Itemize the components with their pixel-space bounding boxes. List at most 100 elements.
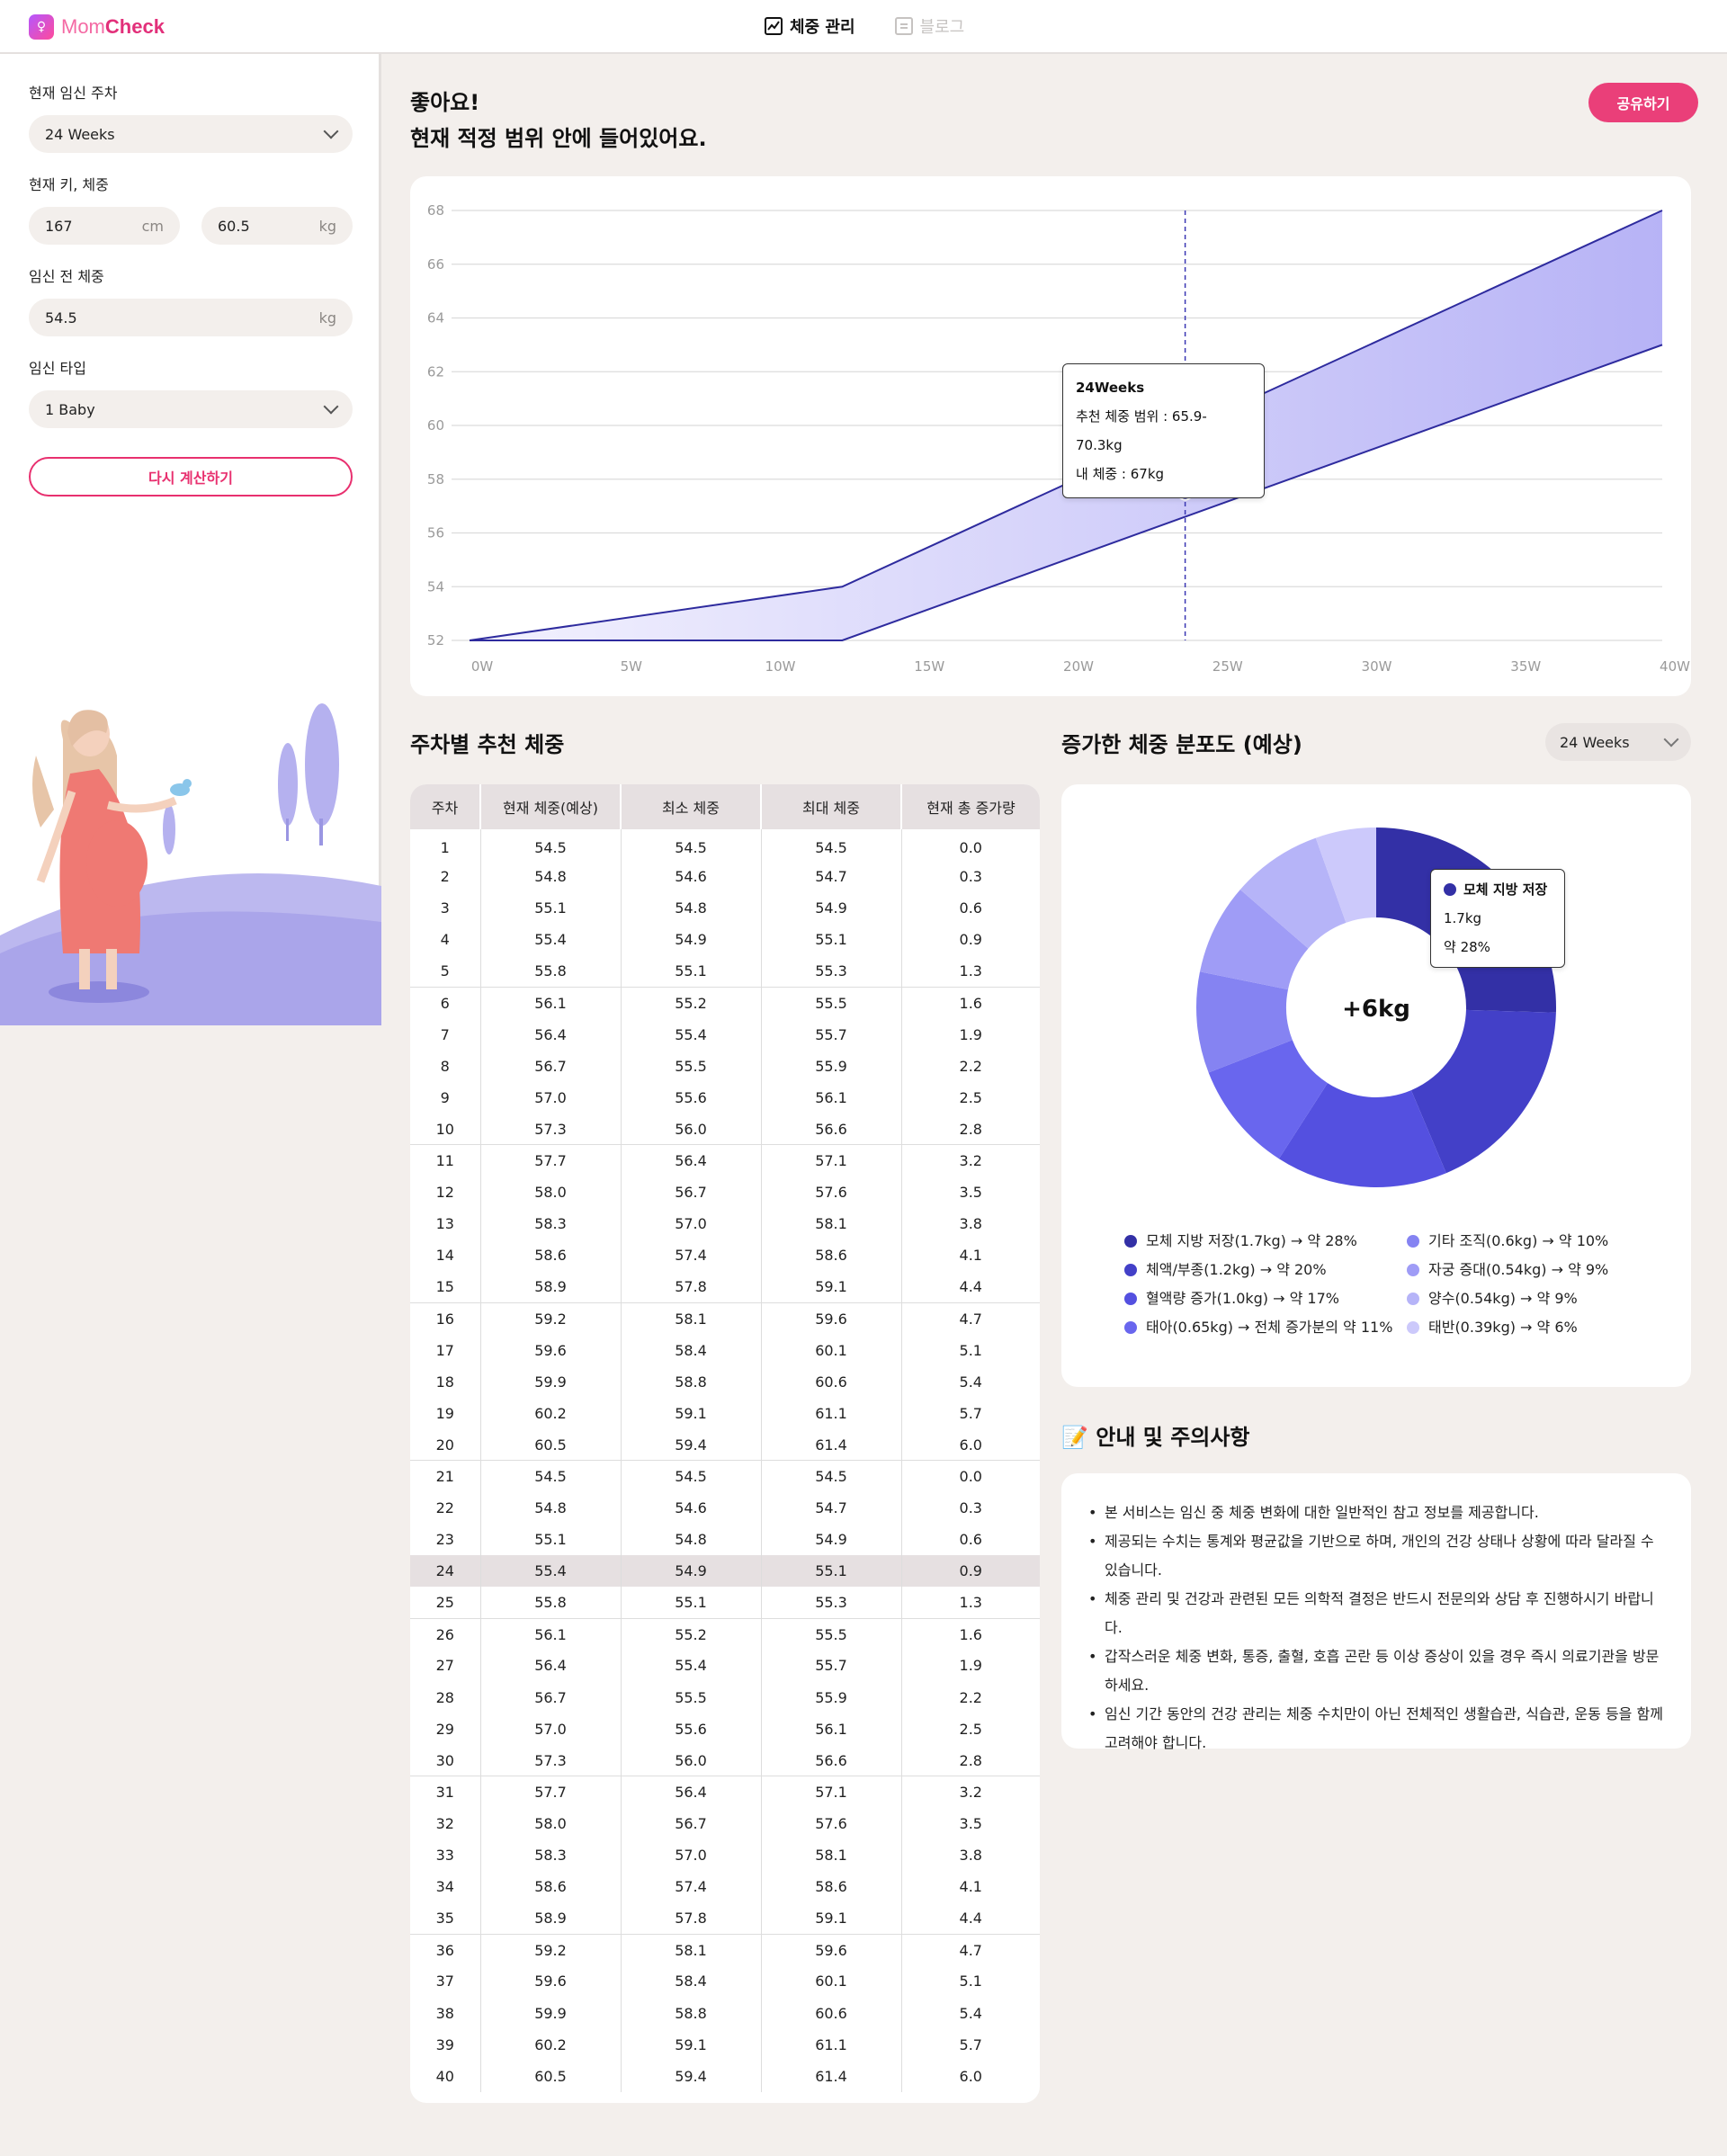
table-row: 16 59.2 58.1 59.6 4.7 [410, 1302, 1040, 1335]
tooltip-dot [1444, 883, 1456, 896]
table-cell: 59.6 [480, 1965, 622, 1998]
table-cell: 60.2 [480, 2028, 622, 2061]
table-row: 23 55.1 54.8 54.9 0.6 [410, 1524, 1040, 1556]
table-cell: 61.4 [761, 1428, 902, 1461]
table-row: 36 59.2 58.1 59.6 4.7 [410, 1933, 1040, 1966]
legend-right: 기타 조직(0.6kg) → 약 10% 자궁 증대(0.54kg) → 약 9%… [1407, 1227, 1608, 1342]
table-cell: 24 [410, 1555, 481, 1588]
table-cell: 54.5 [480, 1460, 622, 1492]
legend-item: 혈액량 증가(1.0kg) → 약 17% [1124, 1284, 1392, 1313]
y-tick-label: 52 [427, 632, 444, 649]
table-cell: 55.5 [761, 1617, 902, 1651]
table-cell: 5.7 [959, 1404, 982, 1422]
table-cell: 58.6 [480, 1239, 622, 1272]
table-cell: 2.8 [959, 1120, 982, 1138]
table-cell: 56.0 [621, 1113, 762, 1145]
nav-weight-management[interactable]: 체중 관리 [765, 14, 855, 38]
legend-dot [1124, 1264, 1137, 1276]
share-button[interactable]: 공유하기 [1588, 83, 1698, 122]
table-cell: 55.8 [480, 1587, 622, 1619]
table-cell: 2.5 [959, 1720, 982, 1738]
table-cell: 2.2 [959, 1057, 982, 1075]
table-cell: 55.4 [621, 1018, 762, 1051]
table-cell: 55.3 [761, 955, 902, 988]
table-cell: 3.5 [959, 1814, 982, 1832]
distribution-week-select[interactable]: 24 Weeks [1545, 723, 1691, 761]
table-cell: 59.2 [480, 1302, 622, 1335]
y-tick-label: 64 [427, 310, 444, 327]
table-cell: 55.1 [480, 1524, 622, 1556]
y-tick-label: 66 [427, 256, 444, 273]
table-cell: 58.1 [621, 1933, 762, 1966]
table-cell: 19 [410, 1397, 481, 1429]
weight-input[interactable]: 60.5 kg [201, 207, 353, 245]
table-cell: 56.4 [621, 1776, 762, 1808]
table-cell: 12 [410, 1176, 481, 1209]
table-row: 24 55.4 54.9 55.1 0.9 [410, 1555, 1040, 1588]
col-max: 최대 체중 [761, 784, 902, 829]
table-row: 20 60.5 59.4 61.4 6.0 [410, 1428, 1040, 1461]
x-tick-label: 10W [765, 658, 796, 675]
app-logo[interactable]: ♀ MomCheck [29, 14, 165, 40]
distribution-week-value: 24 Weeks [1560, 733, 1630, 751]
y-tick-label: 58 [427, 471, 444, 488]
pre-weight-input[interactable]: 54.5 kg [29, 299, 353, 336]
table-cell: 57.8 [621, 1902, 762, 1935]
table-cell: 55.2 [621, 986, 762, 1019]
table-cell: 60.6 [761, 1997, 902, 2029]
week-select[interactable]: 24 Weeks [29, 115, 353, 153]
table-cell: 54.6 [621, 861, 762, 893]
table-cell: 55.4 [621, 1650, 762, 1682]
legend-dot [1124, 1321, 1137, 1334]
legend-label: 체액/부종(1.2kg) → 약 20% [1146, 1261, 1327, 1278]
table-cell: 54.5 [621, 829, 762, 862]
table-cell: 55.6 [621, 1081, 762, 1114]
table-cell: 59.1 [761, 1271, 902, 1303]
table-cell: 58.9 [480, 1271, 622, 1303]
table-cell: 10 [410, 1113, 481, 1145]
type-select[interactable]: 1 Baby [29, 390, 353, 428]
week-select-value: 24 Weeks [45, 125, 115, 143]
chevron-down-icon [323, 398, 339, 415]
y-tick-label: 68 [427, 202, 444, 219]
table-cell: 54.9 [761, 1524, 902, 1556]
donut-center-label: +6kg [1342, 996, 1410, 1023]
table-cell: 56.6 [761, 1113, 902, 1145]
table-cell: 11 [410, 1144, 481, 1177]
height-input[interactable]: 167 cm [29, 207, 180, 245]
table-cell: 59.4 [621, 1428, 762, 1461]
table-cell: 56.1 [480, 1617, 622, 1651]
x-tick-label: 25W [1212, 658, 1243, 675]
table-cell: 4.1 [959, 1247, 982, 1265]
legend-dot [1407, 1321, 1419, 1334]
table-cell: 5.1 [959, 1973, 982, 1990]
table-cell: 55.5 [621, 1681, 762, 1713]
legend-item: 양수(0.54kg) → 약 9% [1407, 1284, 1608, 1313]
tooltip-title: 24Weeks [1076, 380, 1145, 396]
table-cell: 0.6 [959, 1531, 982, 1549]
table-cell: 35 [410, 1902, 481, 1935]
chart-icon [765, 17, 783, 35]
legend-item: 모체 지방 저장(1.7kg) → 약 28% [1124, 1227, 1392, 1256]
table-cell: 57.7 [480, 1776, 622, 1808]
table-cell: 22 [410, 1491, 481, 1525]
nav-blog[interactable]: 블로그 [894, 14, 964, 38]
table-cell: 60.5 [480, 1428, 622, 1461]
table-cell: 60.1 [761, 1965, 902, 1998]
table-row: 19 60.2 59.1 61.1 5.7 [410, 1397, 1040, 1429]
table-cell: 55.9 [761, 1050, 902, 1082]
table-cell: 59.9 [480, 1997, 622, 2029]
type-label: 임신 타입 [29, 360, 86, 377]
table-cell: 3.8 [959, 1847, 982, 1865]
table-row: 22 54.8 54.6 54.7 0.3 [410, 1491, 1040, 1525]
weight-chart-card: 52 54 56 58 60 62 64 66 68 0W 5W 10W 15W 20W 25W 30W 35W… [410, 176, 1691, 696]
table-cell: 58.6 [480, 1871, 622, 1903]
table-cell: 59.6 [761, 1933, 902, 1966]
pre-weight-label: 임신 전 체중 [29, 268, 104, 285]
chevron-down-icon [1663, 731, 1679, 747]
table-cell: 5 [410, 955, 481, 988]
table-cell: 27 [410, 1650, 481, 1682]
status-line-1: 좋아요! [410, 90, 480, 115]
table-cell: 54.5 [761, 829, 902, 862]
recalculate-button[interactable]: 다시 계산하기 [29, 457, 353, 497]
